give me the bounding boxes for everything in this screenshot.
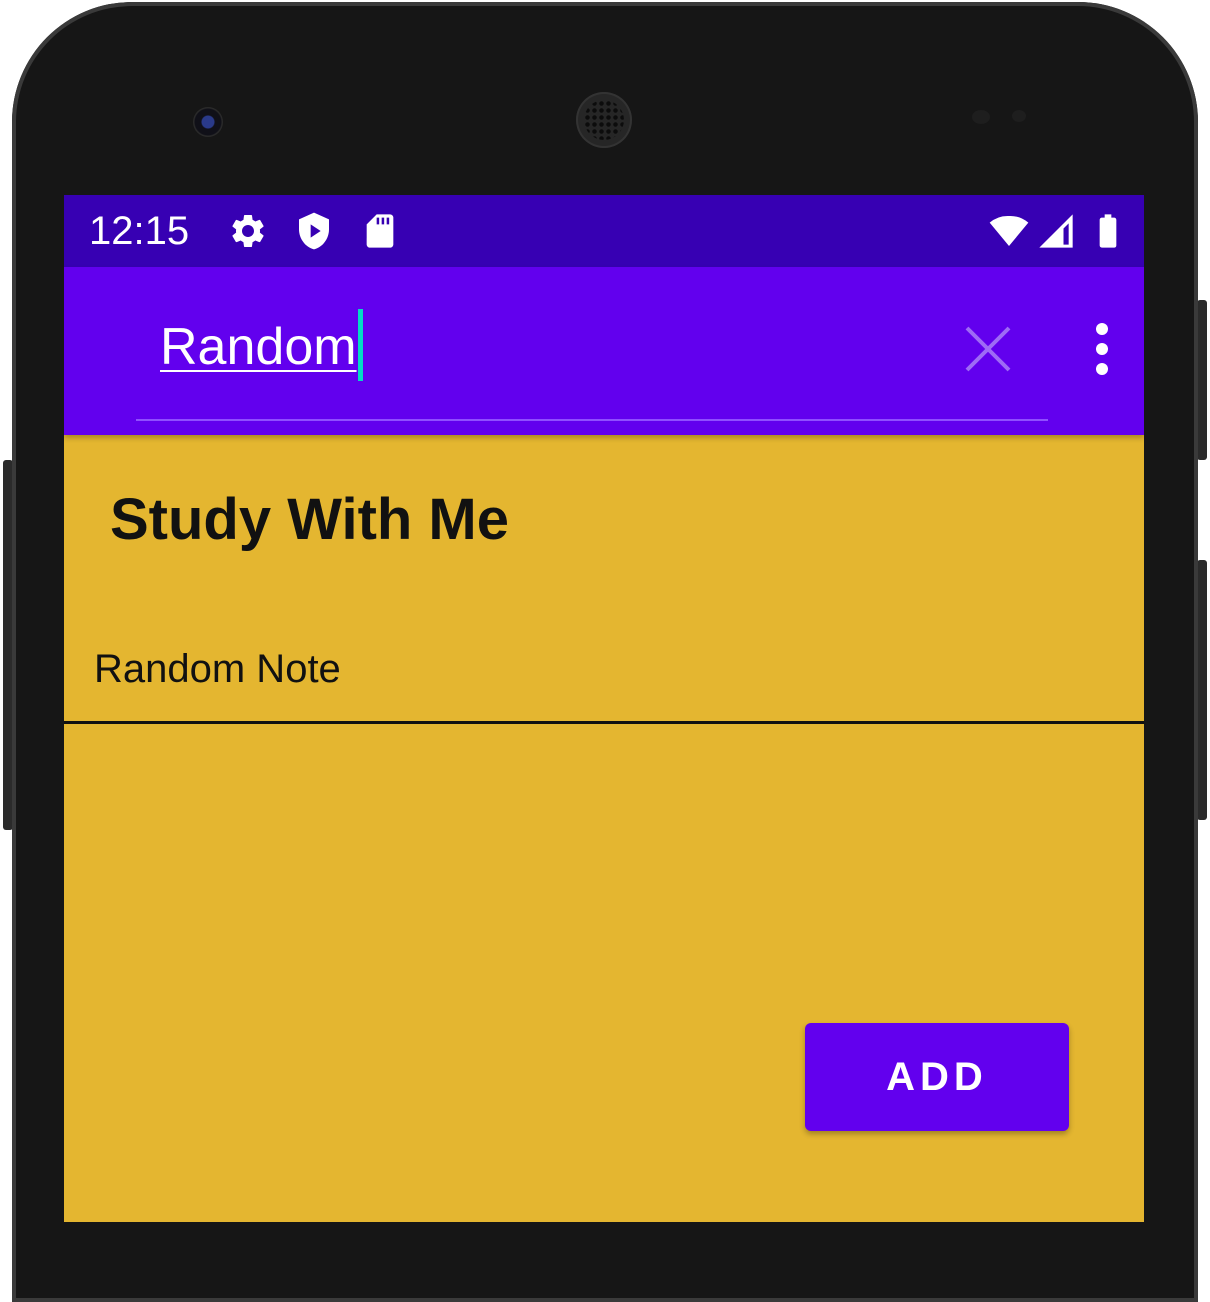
search-input-value: Random bbox=[160, 318, 357, 376]
app-bar: Random bbox=[64, 267, 1144, 435]
phone-device: 12:15 Random Study With Me Random Note A… bbox=[0, 0, 1210, 1302]
proximity-sensor bbox=[972, 110, 990, 124]
add-button[interactable]: ADD bbox=[805, 1023, 1069, 1131]
search-underline bbox=[136, 419, 1048, 421]
status-time: 12:15 bbox=[89, 209, 190, 253]
wifi-icon bbox=[989, 215, 1029, 246]
volume-button bbox=[1197, 560, 1207, 820]
power-button bbox=[1197, 300, 1207, 460]
text-cursor bbox=[357, 309, 363, 382]
close-icon[interactable] bbox=[958, 319, 1018, 379]
search-input[interactable]: Random bbox=[160, 309, 960, 382]
earpiece-speaker bbox=[576, 92, 632, 148]
play-protect-icon bbox=[299, 212, 329, 250]
more-vert-icon[interactable] bbox=[1078, 319, 1126, 379]
list-item[interactable]: Random Note bbox=[64, 625, 1144, 723]
light-sensor bbox=[1012, 110, 1026, 122]
sd-card-icon bbox=[366, 214, 394, 248]
cell-signal-icon bbox=[1039, 214, 1073, 248]
battery-icon bbox=[1099, 214, 1117, 248]
screen: 12:15 Random Study With Me Random Note A… bbox=[64, 195, 1144, 1222]
status-bar: 12:15 bbox=[64, 195, 1144, 267]
front-camera-icon bbox=[193, 107, 223, 137]
divider bbox=[64, 721, 1144, 724]
page-title: Study With Me bbox=[110, 487, 510, 552]
note-label: Random Note bbox=[94, 647, 341, 691]
settings-icon bbox=[232, 215, 264, 247]
